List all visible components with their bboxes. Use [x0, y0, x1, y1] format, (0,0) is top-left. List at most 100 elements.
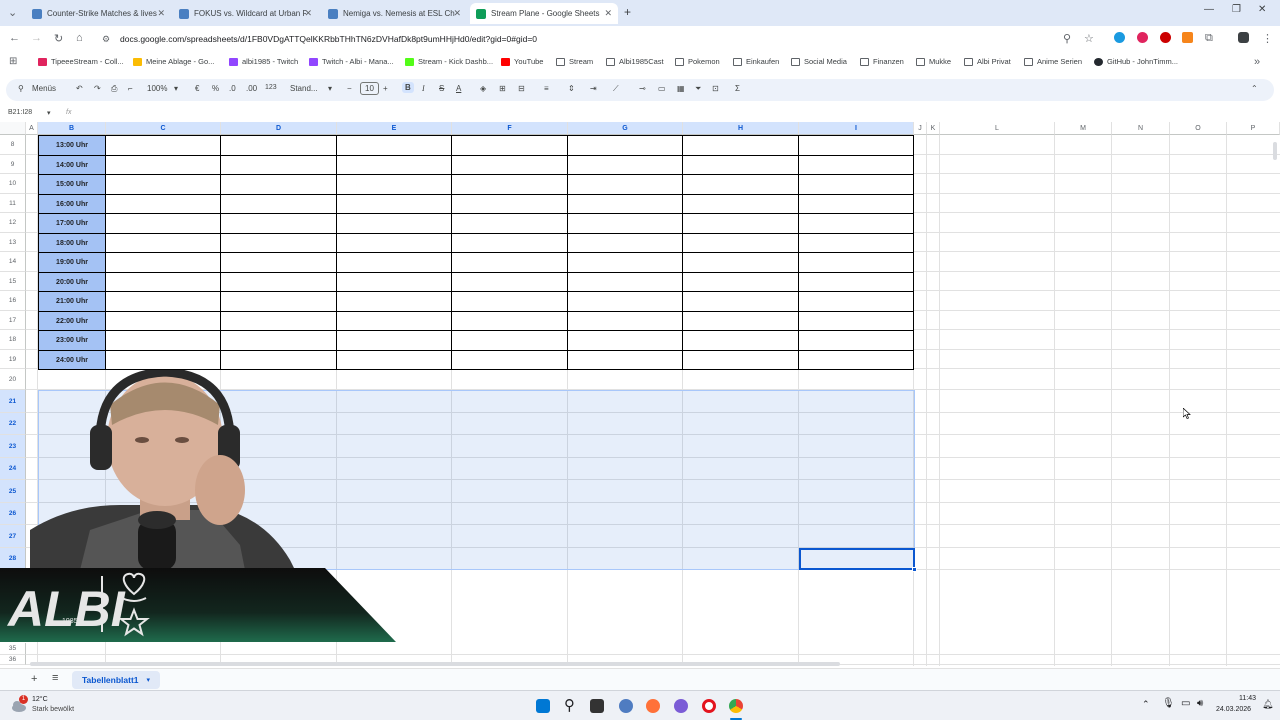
site-info-icon[interactable]: ⚙	[102, 34, 110, 45]
schedule-cell[interactable]	[220, 194, 337, 214]
column-header[interactable]: P	[1227, 122, 1280, 135]
close-tab-icon[interactable]: ✕	[604, 8, 612, 19]
schedule-cell[interactable]	[798, 330, 914, 351]
column-header[interactable]: E	[337, 122, 452, 135]
fill-color-icon[interactable]: ◈	[480, 84, 486, 93]
formula-input[interactable]	[80, 108, 1270, 120]
column-header[interactable]: B	[38, 122, 106, 135]
schedule-cell[interactable]	[682, 311, 799, 331]
clock-time[interactable]: 11:43	[1226, 695, 1256, 702]
extension-icon[interactable]	[1160, 32, 1171, 43]
bookmark-folder[interactable]: Albi1985Cast	[606, 57, 664, 66]
row-header[interactable]: 8	[0, 135, 26, 155]
schedule-cell[interactable]	[682, 252, 799, 273]
schedule-cell[interactable]	[798, 252, 914, 273]
bookmark-folder[interactable]: Albi Privat	[964, 57, 1011, 66]
percent-button[interactable]: %	[212, 84, 219, 93]
row-header[interactable]: 23	[0, 435, 26, 458]
row-header[interactable]: 16	[0, 291, 26, 311]
column-header[interactable]: A	[26, 122, 38, 135]
name-box[interactable]: B21:I28	[8, 109, 32, 116]
row-header[interactable]: 15	[0, 272, 26, 291]
schedule-cell[interactable]	[220, 291, 337, 312]
print-icon[interactable]: ⎙	[111, 84, 117, 94]
forward-icon[interactable]: →	[31, 32, 42, 44]
time-slot-cell[interactable]: 21:00 Uhr	[38, 291, 106, 312]
search-icon[interactable]: ⚲	[564, 696, 575, 714]
more-bookmarks-icon[interactable]: »	[1254, 56, 1260, 68]
schedule-cell[interactable]	[567, 155, 683, 175]
menus-button[interactable]: Menüs	[32, 84, 56, 93]
schedule-cell[interactable]	[105, 291, 221, 312]
fill-handle[interactable]	[912, 567, 917, 572]
adblock-icon[interactable]	[1137, 32, 1148, 43]
select-all-corner[interactable]	[0, 122, 26, 135]
schedule-cell[interactable]	[682, 291, 799, 312]
time-slot-cell[interactable]: 13:00 Uhr	[38, 135, 106, 156]
schedule-cell[interactable]	[682, 350, 799, 370]
schedule-cell[interactable]	[336, 311, 452, 331]
schedule-cell[interactable]	[451, 135, 568, 156]
schedule-cell[interactable]	[682, 155, 799, 175]
close-window-icon[interactable]: ✕	[1258, 4, 1266, 15]
microphone-icon[interactable]: 🎙︎	[1162, 698, 1175, 709]
bookmark-item[interactable]: GitHub - JohnTimm...	[1094, 57, 1178, 66]
column-header[interactable]: M	[1055, 122, 1112, 135]
schedule-cell[interactable]	[451, 252, 568, 273]
schedule-cell[interactable]	[798, 213, 914, 234]
schedule-cell[interactable]	[798, 272, 914, 292]
schedule-cell[interactable]	[105, 330, 221, 351]
schedule-cell[interactable]	[682, 135, 799, 156]
schedule-cell[interactable]	[336, 135, 452, 156]
redo-icon[interactable]: ↷	[94, 84, 101, 93]
schedule-cell[interactable]	[567, 311, 683, 331]
sheet-tab-active[interactable]: Tabellenblatt1 ▾	[72, 671, 161, 689]
column-header[interactable]: C	[106, 122, 221, 135]
strikethrough-button[interactable]: S	[439, 84, 444, 93]
browser-tab-2[interactable]: FOKUS vs. Wildcard at Urban R ✕	[173, 3, 318, 24]
schedule-cell[interactable]	[105, 135, 221, 156]
chevron-down-icon[interactable]: ▾	[147, 676, 151, 684]
increase-decimal-button[interactable]: .00	[246, 84, 257, 93]
zoom-select[interactable]: 100%	[147, 84, 167, 93]
bookmark-item[interactable]: Twitch - Albi - Mana...	[309, 57, 394, 66]
time-slot-cell[interactable]: 20:00 Uhr	[38, 272, 106, 292]
chevron-down-icon[interactable]: ▾	[174, 84, 178, 93]
row-header[interactable]: 27	[0, 525, 26, 548]
chevron-up-icon[interactable]: ⌃	[1142, 699, 1150, 710]
search-menus-icon[interactable]: ⚲	[18, 84, 24, 93]
browser-tab-3[interactable]: Nemiga vs. Nemesis at ESL Cha ✕	[322, 3, 467, 24]
schedule-cell[interactable]	[798, 155, 914, 175]
schedule-cell[interactable]	[567, 350, 683, 370]
schedule-cell[interactable]	[220, 174, 337, 195]
row-header[interactable]: 22	[0, 413, 26, 435]
row-header[interactable]: 17	[0, 311, 26, 330]
collapse-toolbar-icon[interactable]: ⌃	[1251, 84, 1258, 93]
schedule-cell[interactable]	[451, 194, 568, 214]
currency-button[interactable]: €	[195, 84, 199, 93]
row-header[interactable]: 14	[0, 252, 26, 272]
row-header[interactable]: 11	[0, 194, 26, 213]
tab-search-icon[interactable]: ⌄	[8, 6, 17, 19]
metamask-icon[interactable]	[1182, 32, 1193, 43]
schedule-cell[interactable]	[451, 350, 568, 370]
all-sheets-button[interactable]: ≡	[52, 672, 58, 684]
schedule-cell[interactable]	[682, 233, 799, 253]
schedule-cell[interactable]	[567, 213, 683, 234]
schedule-cell[interactable]	[105, 213, 221, 234]
zoom-icon[interactable]: ⚲	[1063, 32, 1071, 45]
time-slot-cell[interactable]: 19:00 Uhr	[38, 252, 106, 273]
schedule-cell[interactable]	[451, 272, 568, 292]
schedule-cell[interactable]	[567, 194, 683, 214]
schedule-cell[interactable]	[105, 194, 221, 214]
schedule-cell[interactable]	[220, 272, 337, 292]
schedule-cell[interactable]	[105, 174, 221, 195]
chevron-down-icon[interactable]: ▾	[328, 84, 332, 93]
chevron-down-icon[interactable]: ▾	[47, 109, 51, 117]
column-header[interactable]: D	[221, 122, 337, 135]
bookmark-folder[interactable]: Anime Serien	[1024, 57, 1082, 66]
row-header[interactable]: 19	[0, 350, 26, 369]
schedule-cell[interactable]	[336, 155, 452, 175]
schedule-cell[interactable]	[451, 174, 568, 195]
schedule-cell[interactable]	[105, 272, 221, 292]
